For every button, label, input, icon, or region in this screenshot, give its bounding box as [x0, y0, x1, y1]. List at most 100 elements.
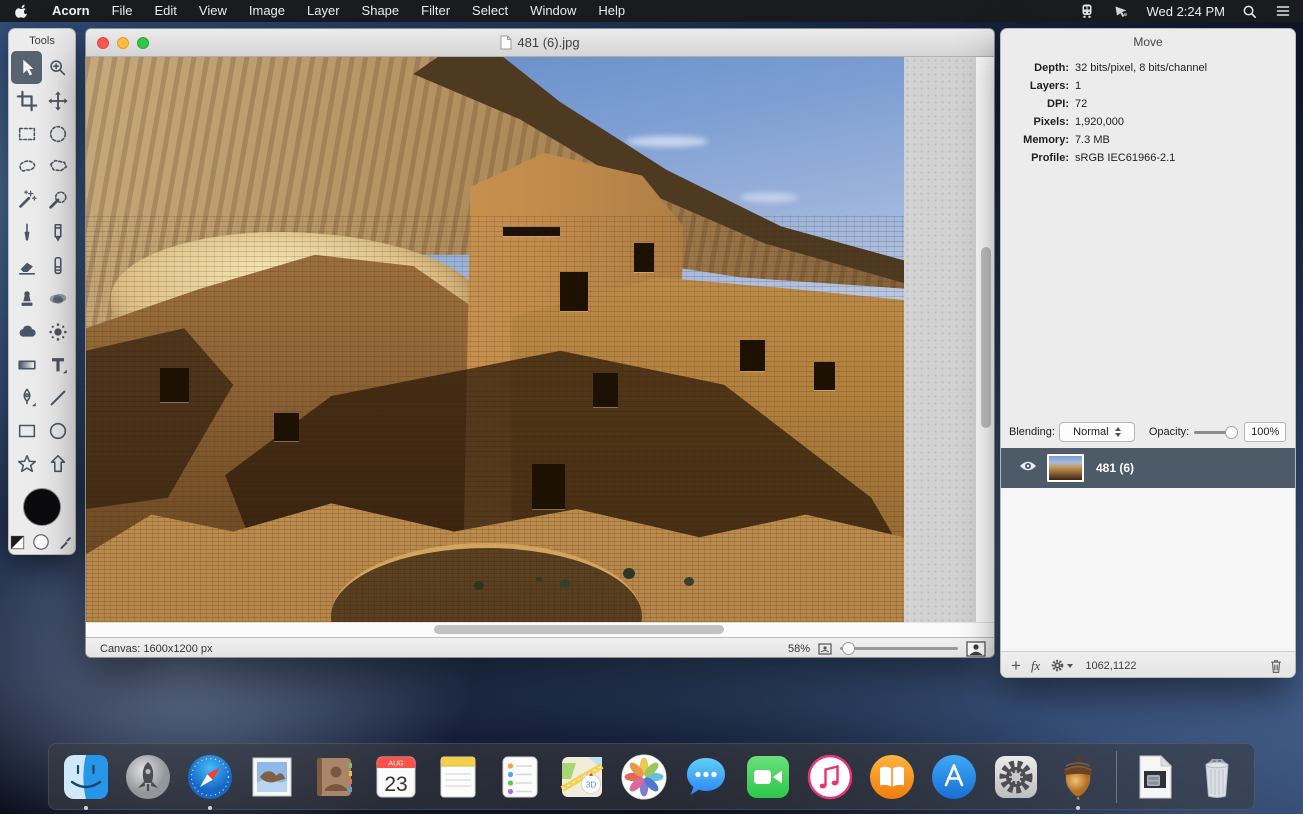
menu-layer[interactable]: Layer — [296, 0, 351, 22]
layers-list-empty[interactable] — [1001, 488, 1295, 651]
window-titlebar[interactable]: 481 (6).jpg — [86, 29, 994, 57]
dock-item-finder[interactable] — [62, 753, 110, 801]
crop-tool[interactable] — [11, 84, 42, 117]
lasso-tool[interactable] — [11, 150, 42, 183]
dock-item-reminders[interactable] — [496, 753, 544, 801]
menubar-train-status[interactable] — [1070, 3, 1104, 19]
menu-window[interactable]: Window — [519, 0, 587, 22]
maps-3d-badge: 3D — [586, 779, 597, 789]
menubar-pointer-status[interactable] — [1104, 3, 1138, 19]
dock-item-messages[interactable] — [682, 753, 730, 801]
polygon-lasso-tool[interactable] — [42, 150, 73, 183]
instant-alpha-tool[interactable] — [42, 183, 73, 216]
clone-stamp-tool[interactable] — [11, 282, 42, 315]
dock-item-system-preferences[interactable] — [992, 753, 1040, 801]
dock-item-mail[interactable] — [248, 753, 296, 801]
fill-stroke-swatch[interactable] — [10, 535, 25, 555]
menu-image[interactable]: Image — [238, 0, 296, 22]
zoom-window-button[interactable] — [137, 37, 149, 49]
zoom-in-image-icon[interactable] — [966, 641, 986, 657]
launchpad-icon — [124, 753, 172, 801]
vertical-scroll-thumb[interactable] — [981, 247, 991, 428]
zoom-slider-knob[interactable] — [842, 642, 855, 655]
arrow-shape-tool[interactable] — [42, 447, 73, 480]
dock-item-calendar[interactable]: AUG23 — [372, 753, 420, 801]
delete-layer-button[interactable] — [1269, 658, 1295, 674]
pencil-tool[interactable] — [42, 216, 73, 249]
dock-item-document[interactable] — [1131, 753, 1179, 801]
canvas-image[interactable] — [86, 57, 904, 622]
color-well[interactable] — [23, 488, 61, 526]
zoom-out-image-icon[interactable] — [818, 643, 832, 655]
menu-app-name[interactable]: Acorn — [41, 0, 101, 22]
pen-tool[interactable] — [11, 381, 42, 414]
text-tool[interactable] — [42, 348, 73, 381]
dock-item-safari[interactable] — [186, 753, 234, 801]
pan-tool[interactable] — [42, 84, 73, 117]
line-tool[interactable] — [42, 381, 73, 414]
layer-actions-button[interactable] — [1040, 658, 1073, 673]
menu-help[interactable]: Help — [587, 0, 636, 22]
layer-thumbnail[interactable] — [1047, 454, 1084, 482]
menubar-clock[interactable]: Wed 2:24 PM — [1138, 4, 1233, 19]
add-layer-button[interactable]: + — [1001, 657, 1021, 674]
dock-item-trash[interactable] — [1193, 753, 1241, 801]
notification-center-button[interactable] — [1266, 4, 1303, 18]
menu-filter[interactable]: Filter — [410, 0, 461, 22]
dock-item-maps[interactable]: 3D — [558, 753, 606, 801]
layer-visibility-toggle[interactable] — [1019, 459, 1037, 477]
gradient-tool[interactable] — [11, 348, 42, 381]
dock-item-ibooks[interactable] — [868, 753, 916, 801]
apple-menu[interactable] — [0, 3, 41, 19]
desktop-wallpaper[interactable]: Acorn File Edit View Image Layer Shape F… — [0, 0, 1303, 814]
cursor-arrow-icon — [16, 57, 38, 79]
move-tool[interactable] — [11, 51, 42, 84]
dock-item-photos[interactable] — [620, 753, 668, 801]
trash-icon — [1269, 658, 1283, 674]
eraser-tool[interactable] — [11, 249, 42, 282]
inspector-title: Move — [1001, 29, 1295, 49]
zoom-tool[interactable] — [42, 51, 73, 84]
smudge-tool[interactable] — [42, 282, 73, 315]
eyedropper-button[interactable] — [57, 534, 74, 556]
sharpen-tool[interactable] — [42, 315, 73, 348]
horizontal-scroll-thumb[interactable] — [434, 625, 724, 634]
menu-file[interactable]: File — [101, 0, 144, 22]
cloud-icon — [16, 321, 38, 343]
blending-dropdown[interactable]: Normal — [1059, 422, 1135, 442]
star-shape-tool[interactable] — [11, 447, 42, 480]
dock-item-launchpad[interactable] — [124, 753, 172, 801]
menu-select[interactable]: Select — [461, 0, 519, 22]
menu-view[interactable]: View — [188, 0, 238, 22]
running-indicator — [208, 806, 212, 810]
dock-item-itunes[interactable] — [806, 753, 854, 801]
spotlight-button[interactable] — [1233, 4, 1266, 19]
stroke-color-well[interactable] — [32, 533, 50, 556]
close-button[interactable] — [97, 37, 109, 49]
rect-select-tool[interactable] — [11, 117, 42, 150]
opacity-slider[interactable] — [1194, 431, 1236, 434]
menu-shape[interactable]: Shape — [351, 0, 411, 22]
dock-item-notes[interactable] — [434, 753, 482, 801]
magic-wand-tool[interactable] — [11, 183, 42, 216]
dock-item-acorn[interactable] — [1054, 753, 1102, 801]
info-value: 7.3 MB — [1069, 131, 1110, 149]
dock-item-app-store[interactable] — [930, 753, 978, 801]
layer-fx-button[interactable]: fx — [1021, 658, 1040, 674]
minimize-button[interactable] — [117, 37, 129, 49]
menu-edit[interactable]: Edit — [144, 0, 188, 22]
opacity-value-field[interactable] — [1244, 422, 1286, 442]
zoom-slider[interactable] — [840, 647, 958, 650]
ellipse-select-tool[interactable] — [42, 117, 73, 150]
dock-item-contacts[interactable] — [310, 753, 358, 801]
move-arrows-icon — [47, 90, 69, 112]
ellipse-shape-tool[interactable] — [42, 414, 73, 447]
blur-tool[interactable] — [11, 315, 42, 348]
opacity-slider-knob[interactable] — [1225, 426, 1238, 439]
brush-tool[interactable] — [11, 216, 42, 249]
soft-eraser-tool[interactable] — [42, 249, 73, 282]
dock-item-facetime[interactable] — [744, 753, 792, 801]
layer-row-selected[interactable]: 481 (6) — [1001, 448, 1295, 488]
info-value: 1,920,000 — [1069, 113, 1124, 131]
rect-shape-tool[interactable] — [11, 414, 42, 447]
